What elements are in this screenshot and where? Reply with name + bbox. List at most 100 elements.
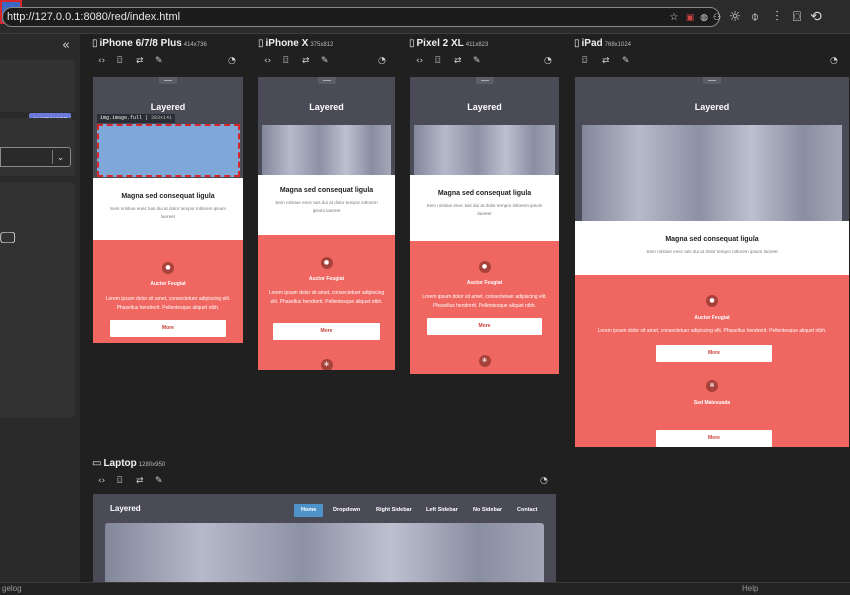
sync-icon[interactable]: ◔: [830, 56, 838, 66]
element-inspector-label: img.image.full | 393x141: [97, 114, 176, 123]
sliders-icon[interactable]: ⫶: [768, 8, 786, 26]
device-title-iphone-plus: ▯ iPhone 6/7/8 Plus 414x736: [92, 38, 207, 49]
notch: [159, 77, 177, 84]
feature-section: Magna sed consequat ligula Sem nristiue …: [575, 221, 849, 275]
feature-text: Sem nristiue enec tuis dui at dolor temp…: [426, 203, 543, 216]
extension-icon-3[interactable]: ⚇: [708, 9, 726, 27]
gear-icon: ✻: [478, 355, 491, 367]
help-link[interactable]: Help: [742, 584, 758, 593]
pen-icon[interactable]: ✎: [473, 56, 481, 66]
sync-icon[interactable]: ◔: [540, 476, 548, 486]
card-text: Lorem ipsum dolor sit amet, consectetuer…: [422, 294, 547, 309]
nav-contact[interactable]: Contact: [510, 504, 544, 517]
pen-icon[interactable]: ✎: [622, 56, 630, 66]
pen-icon[interactable]: ✎: [321, 56, 329, 66]
card-section: ● Auctor Feugiat Lorem ipsum dolor sit a…: [258, 235, 395, 370]
more-button[interactable]: More: [273, 323, 380, 340]
rotate-icon[interactable]: ⇄: [454, 56, 462, 66]
user-icon: ●: [162, 262, 174, 274]
address-bar[interactable]: http://127.0.0.1:8080/red/index.html ☆ ▣…: [2, 7, 721, 27]
feature-title: Magna sed consequat ligula: [279, 187, 374, 194]
monitor-icon[interactable]: 🖵: [0, 228, 15, 248]
feature-title: Magna sed consequat ligula: [437, 190, 532, 197]
site-logo: Layered: [150, 102, 186, 112]
selected-image-highlight[interactable]: [97, 124, 240, 177]
sync-icon[interactable]: ◔: [228, 56, 236, 66]
selector-size: 393x141: [151, 115, 173, 121]
device-frame-ipad: Layered Magna sed consequat ligula Sem n…: [575, 77, 849, 447]
pen-icon[interactable]: ✎: [155, 476, 163, 486]
device-name: Laptop: [103, 458, 137, 469]
sun-icon[interactable]: ☼: [726, 8, 744, 26]
chevron-down-icon: ⌄: [52, 150, 68, 164]
card-section: ● Auctor Feugiat Lorem ipsum dolor sit a…: [575, 275, 849, 447]
mouse-icon[interactable]: ⌽: [746, 8, 764, 26]
device-frame-iphone-x: Layered Magna sed consequat ligula Sem n…: [258, 77, 395, 370]
code-icon[interactable]: ‹›: [98, 476, 105, 486]
more-button[interactable]: More: [656, 345, 772, 362]
sync-icon[interactable]: ◔: [544, 56, 552, 66]
device-dims: 1280x950: [138, 462, 166, 468]
device-dims: 414x736: [183, 42, 207, 48]
code-icon[interactable]: ‹›: [98, 56, 105, 66]
hero-image: [105, 523, 544, 582]
hero-image: [414, 125, 555, 175]
feature-text: Sem nristiue enec tuis dui at dolor temp…: [275, 200, 378, 213]
device-tools-laptop: ‹› ⌼ ⇄ ✎ ◔: [98, 476, 550, 488]
more-button[interactable]: More: [427, 318, 542, 335]
sync-icon[interactable]: ◔: [378, 56, 386, 66]
device-name: iPhone X: [265, 38, 309, 49]
phone-icon: ▯: [92, 38, 98, 49]
device-select[interactable]: ⌄: [0, 147, 71, 167]
pen-icon[interactable]: ✎: [155, 56, 163, 66]
changelog-link[interactable]: gelog: [2, 584, 22, 593]
more-button[interactable]: More: [110, 320, 226, 337]
camera-icon[interactable]: ⌼: [435, 56, 440, 66]
card-text: Lorem ipsum dolor sit amet, consectetuer…: [268, 290, 385, 305]
device-title-pixel: ▯ Pixel 2 XL 411x823: [409, 38, 488, 49]
camera-icon[interactable]: ⌼: [117, 56, 122, 66]
nav-no-sidebar[interactable]: No Sidebar: [466, 504, 509, 517]
monitor-icon: ▭: [92, 458, 102, 469]
camera-icon[interactable]: ⌼: [788, 8, 806, 26]
rotate-icon[interactable]: ⇄: [136, 476, 144, 486]
camera-icon[interactable]: ⌼: [117, 476, 122, 486]
nav-right-sidebar[interactable]: Right Sidebar: [369, 504, 419, 517]
camera-icon[interactable]: ⌼: [283, 56, 288, 66]
card-title: Auctor Feugiat: [466, 280, 503, 286]
notch: [317, 77, 336, 84]
rotate-icon[interactable]: ⇄: [136, 56, 144, 66]
collapse-icon[interactable]: «: [62, 38, 70, 53]
card-section: ● Auctor Feugiat Lorem ipsum dolor sit a…: [410, 241, 559, 374]
camera-icon[interactable]: ⌼: [582, 56, 587, 66]
device-title-ipad: ▯ iPad 768x1024: [574, 38, 631, 49]
rotate-icon[interactable]: ⇄: [302, 56, 310, 66]
device-frame-laptop: Layered Home Dropdown Right Sidebar Left…: [93, 494, 556, 582]
device-tools-iphone-x: ‹› ⌼ ⇄ ✎ ◔: [264, 56, 394, 68]
nav-home[interactable]: Home: [294, 504, 324, 517]
card-text: Lorem ipsum dolor sit amet, consectetuer…: [597, 328, 827, 334]
phone-icon: ▯: [258, 38, 264, 49]
code-icon[interactable]: ‹›: [416, 56, 423, 66]
user-icon: ●: [706, 295, 718, 307]
gear-icon: ✻: [320, 359, 333, 370]
hero-image: [582, 125, 842, 221]
sidebar: « CUSTOMIZE ⌄ 🖵: [0, 34, 80, 582]
user-icon: ●: [478, 261, 491, 273]
feature-section: Magna sed consequat ligula Sem nristiue …: [258, 175, 395, 237]
device-select-panel: ⌄: [0, 118, 75, 176]
more-button-2[interactable]: More: [656, 430, 772, 447]
tablet-icon: ▯: [574, 38, 580, 49]
browser-toolbar: http://127.0.0.1:8080/red/index.html ☆ ▣…: [0, 0, 850, 34]
rotate-icon[interactable]: ⟲: [807, 8, 825, 26]
nav-dropdown[interactable]: Dropdown: [326, 504, 367, 517]
code-icon[interactable]: ‹›: [264, 56, 271, 66]
customize-panel: CUSTOMIZE: [0, 60, 75, 129]
card-title: Auctor Feugiat: [694, 315, 730, 321]
feature-text: Sem nristiue enec tuis dui at dolor temp…: [110, 206, 226, 219]
phone-icon: ▯: [409, 38, 415, 49]
device-name: iPhone 6/7/8 Plus: [99, 38, 182, 49]
nav-left-sidebar[interactable]: Left Sidebar: [419, 504, 465, 517]
site-logo: Layered: [309, 102, 344, 112]
rotate-icon[interactable]: ⇄: [602, 56, 610, 66]
